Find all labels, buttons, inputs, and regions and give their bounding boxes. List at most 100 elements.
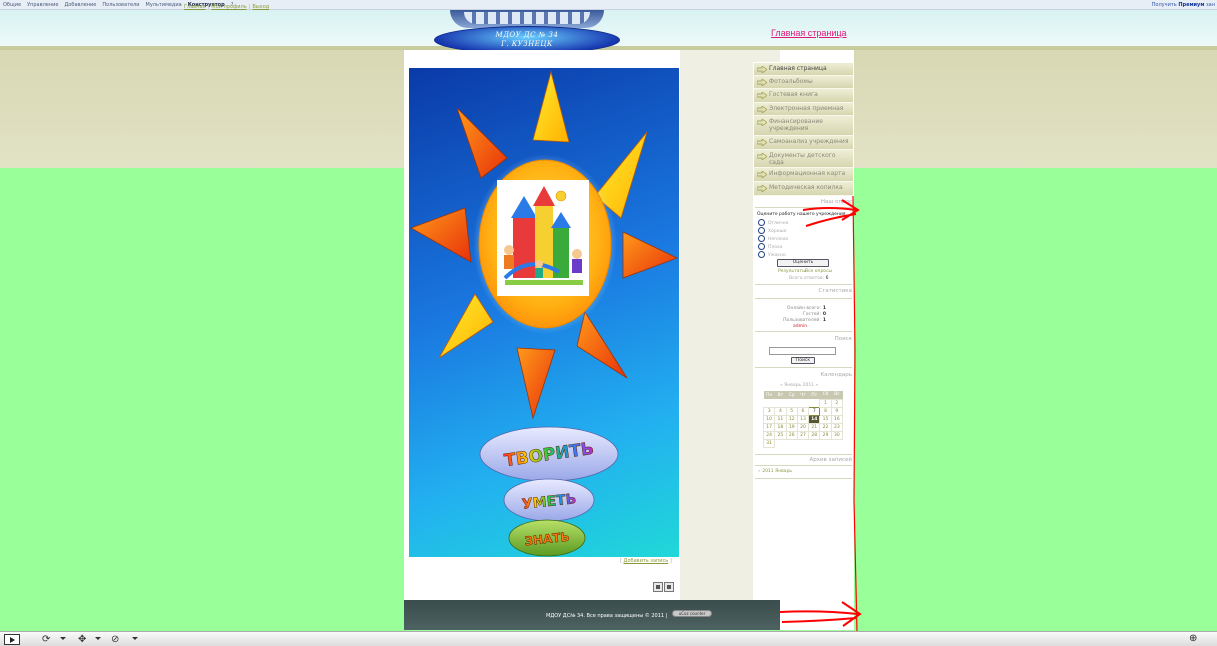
sidebar-item-guestbook[interactable]: Гостевая книга: [754, 89, 853, 103]
sidebar-item-reception[interactable]: Электронная приемная: [754, 103, 853, 116]
chevron-down-icon[interactable]: [95, 637, 101, 640]
calendar-day[interactable]: 26: [785, 430, 798, 440]
calendar-day[interactable]: 6: [796, 406, 810, 416]
radio-button[interactable]: [758, 219, 765, 226]
calendar-month-nav[interactable]: « Январь 2011 »: [780, 383, 818, 388]
calendar-day[interactable]: 25: [774, 430, 787, 440]
calendar-empty-cell: [797, 439, 808, 447]
calendar-day[interactable]: 17: [762, 422, 776, 432]
calendar-day[interactable]: 30: [830, 430, 844, 440]
calendar-day[interactable]: 8: [819, 406, 832, 416]
calendar-day[interactable]: 31: [762, 438, 776, 448]
bracket-close: ]: [669, 558, 672, 564]
calendar-weekday: Сб: [819, 391, 832, 399]
stats-user-link[interactable]: admin: [793, 324, 807, 329]
block-icon[interactable]: ⊘: [111, 634, 119, 645]
calendar-day[interactable]: 24: [762, 430, 776, 440]
premium-prefix: Получить: [1151, 2, 1177, 8]
view-grid-icon[interactable]: [664, 582, 674, 592]
sun-ray: [622, 231, 679, 279]
search-input[interactable]: [769, 347, 836, 355]
poll-submit-button[interactable]: Оценить: [777, 259, 829, 267]
admin-menu-users[interactable]: Пользователи: [102, 2, 139, 8]
premium-link[interactable]: Получить Премиум зан: [1152, 2, 1215, 8]
radio-button[interactable]: [758, 243, 765, 250]
calendar-day[interactable]: 7: [808, 406, 821, 416]
admin-menu-multimedia[interactable]: Мультимедиа: [146, 2, 182, 8]
poll-option[interactable]: Плохо: [758, 243, 782, 250]
home-page-link[interactable]: Главная страница: [771, 28, 847, 38]
sun-ray: [456, 107, 508, 179]
sidebar-item-documents[interactable]: Документы детского сада: [754, 150, 853, 168]
poll-title: Наш опрос: [820, 199, 852, 205]
sidebar-item-info-card[interactable]: Информационная карта: [754, 168, 853, 182]
calendar-day[interactable]: 20: [796, 422, 810, 432]
radio-button[interactable]: [758, 235, 765, 242]
sidebar-item-home[interactable]: Главная страница: [754, 63, 853, 76]
calendar-day[interactable]: 22: [819, 422, 832, 432]
calendar-day[interactable]: 11: [774, 414, 787, 424]
link-separator: |: [248, 4, 251, 10]
calendar-today[interactable]: 14: [808, 415, 820, 423]
logout-link[interactable]: Выход: [252, 4, 269, 10]
poll-results-link[interactable]: Результаты: [778, 269, 806, 274]
chevron-down-icon[interactable]: [132, 637, 138, 640]
calendar-day[interactable]: 29: [819, 430, 832, 440]
chevron-down-icon[interactable]: [60, 637, 66, 640]
page-footer: МДОУ ДС№ 34. Все права защищены © 2011 |…: [404, 600, 780, 630]
archive-item[interactable]: » 2011 Январь: [758, 469, 792, 474]
admin-menu-manage[interactable]: Управление: [27, 2, 58, 8]
calendar-day[interactable]: 23: [830, 422, 844, 432]
calendar-day[interactable]: 1: [819, 398, 832, 408]
poll-archive-link[interactable]: Все опросы: [805, 269, 832, 274]
calendar-day[interactable]: 5: [785, 406, 798, 416]
calendar-empty-cell: [831, 439, 842, 447]
calendar-day[interactable]: 16: [830, 414, 844, 424]
calendar-day[interactable]: 28: [808, 430, 821, 440]
add-entry-link[interactable]: Добавить запись: [624, 558, 669, 564]
view-list-icon[interactable]: [653, 582, 663, 592]
arrow-right-icon: [757, 185, 767, 192]
admin-menu-general[interactable]: Общие: [3, 2, 21, 8]
sidebar-item-label: Электронная приемная: [769, 105, 844, 112]
calendar-day[interactable]: 13: [796, 414, 810, 424]
poll-option-label: Отлично: [768, 221, 789, 226]
sidebar-item-methodical[interactable]: Методическая копилка: [754, 182, 853, 196]
calendar-day[interactable]: 15: [819, 414, 832, 424]
site-counter-badge[interactable]: uCoz counter: [672, 610, 712, 617]
poll-option[interactable]: Отлично: [758, 219, 788, 226]
share-icon[interactable]: ✥: [78, 634, 86, 645]
zoom-icon[interactable]: ⊕: [1189, 633, 1197, 644]
sidebar-item-photoalbums[interactable]: Фотоальбомы: [754, 76, 853, 89]
calendar-day[interactable]: 19: [785, 422, 798, 432]
sidebar-item-label: Документы детского сада: [769, 152, 836, 166]
calendar-day[interactable]: 27: [796, 430, 810, 440]
poll-option[interactable]: Хорошо: [758, 227, 786, 234]
search-button[interactable]: Поиск: [791, 357, 815, 364]
play-icon[interactable]: [4, 634, 20, 645]
poll-option[interactable]: Ужасно: [758, 251, 786, 258]
radio-button[interactable]: [758, 227, 765, 234]
radio-button[interactable]: [758, 251, 765, 258]
main-link[interactable]: Главная: [184, 4, 206, 10]
calendar-day[interactable]: 3: [762, 406, 776, 416]
calendar-day[interactable]: 4: [774, 406, 787, 416]
calendar-day[interactable]: 12: [785, 414, 798, 424]
refresh-icon[interactable]: ⟳: [42, 634, 50, 645]
admin-menu-add[interactable]: Добавление: [64, 2, 96, 8]
calendar-empty-cell: [775, 439, 786, 447]
site-logo[interactable]: МДОУ ДС № 34 Г. КУЗНЕЦК: [432, 10, 622, 54]
profile-link[interactable]: Мой профиль: [211, 4, 246, 10]
playground-picture: [497, 180, 589, 296]
calendar-day[interactable]: 21: [808, 422, 821, 432]
poll-option[interactable]: Неплохо: [758, 235, 788, 242]
stats-online-label: Онлайн всего:: [786, 306, 821, 311]
main-banner-image: ТВОРИТЬ УМЕТЬ ЗНАТЬ: [409, 68, 679, 557]
calendar-day[interactable]: 2: [830, 398, 844, 408]
calendar-day[interactable]: 10: [762, 414, 776, 424]
sidebar-item-self-analysis[interactable]: Самоанализ учреждения: [754, 136, 853, 150]
sidebar-item-financing[interactable]: Финансирование учреждения: [754, 116, 853, 136]
calendar-day[interactable]: 9: [830, 406, 844, 416]
calendar-grid: Пн Вт Ср Чт Пт Сб Вс 1 2 3 4 5 6 7 8 9 10 11 12 13 14 15 16 17…: [762, 391, 844, 448]
calendar-day[interactable]: 18: [774, 422, 787, 432]
